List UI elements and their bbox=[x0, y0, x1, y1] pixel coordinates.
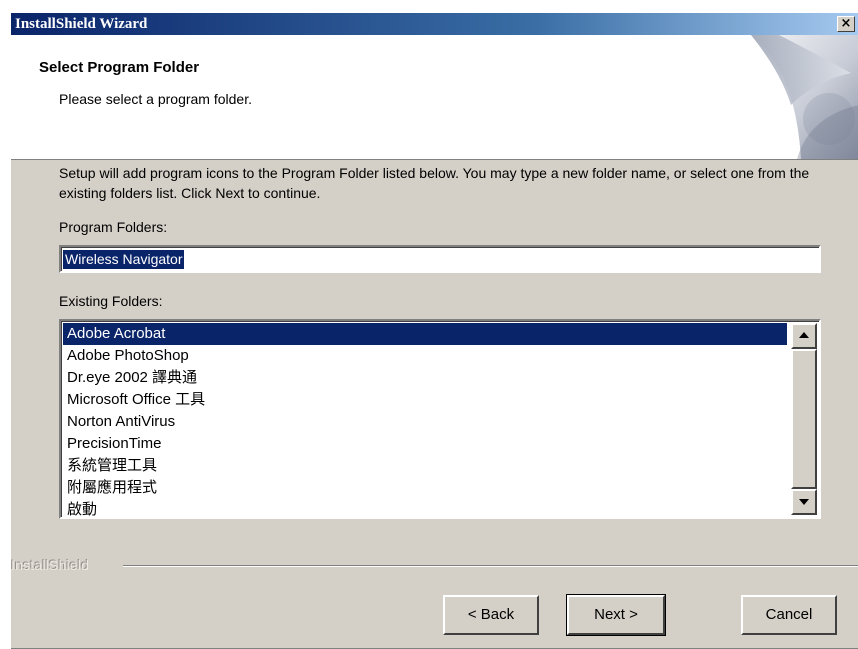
list-item[interactable]: Norton AntiVirus bbox=[63, 411, 787, 433]
list-item[interactable]: 啟動 bbox=[63, 499, 787, 517]
scroll-down-button[interactable] bbox=[791, 489, 817, 515]
page-subtitle: Please select a program folder. bbox=[59, 91, 252, 107]
wizard-header: Select Program Folder Please select a pr… bbox=[11, 35, 858, 160]
close-button[interactable]: × bbox=[837, 16, 855, 32]
list-item[interactable]: 附屬應用程式 bbox=[63, 477, 787, 499]
scroll-up-button[interactable] bbox=[791, 323, 817, 349]
page-title: Select Program Folder bbox=[39, 59, 200, 76]
installshield-separator: InstallShield bbox=[11, 557, 858, 577]
list-item[interactable]: Dr.eye 2002 譯典通 bbox=[63, 367, 787, 389]
list-item[interactable]: Adobe Acrobat bbox=[63, 323, 787, 345]
back-button[interactable]: < Back bbox=[443, 595, 539, 635]
list-item[interactable]: PrecisionTime bbox=[63, 433, 787, 455]
list-item[interactable]: Adobe PhotoShop bbox=[63, 345, 787, 367]
vertical-scrollbar[interactable] bbox=[791, 323, 817, 515]
program-folder-value: Wireless Navigator bbox=[63, 250, 185, 269]
installshield-brand: InstallShield bbox=[11, 557, 96, 573]
page-curl-graphic bbox=[749, 35, 858, 159]
existing-folders-label: Existing Folders: bbox=[59, 293, 163, 309]
title-bar[interactable]: InstallShield Wizard × bbox=[11, 13, 858, 35]
existing-folders-list[interactable]: Adobe Acrobat Adobe PhotoShop Dr.eye 200… bbox=[59, 319, 821, 519]
cancel-button[interactable]: Cancel bbox=[741, 595, 837, 635]
separator-line bbox=[123, 565, 858, 567]
program-folders-label: Program Folders: bbox=[59, 219, 168, 235]
next-button[interactable]: Next > bbox=[566, 594, 666, 636]
down-arrow-icon bbox=[799, 499, 809, 505]
instructions-text: Setup will add program icons to the Prog… bbox=[59, 165, 810, 201]
close-icon: × bbox=[840, 16, 852, 31]
folder-list: Adobe Acrobat Adobe PhotoShop Dr.eye 200… bbox=[63, 323, 787, 517]
up-arrow-icon bbox=[799, 332, 809, 338]
list-item[interactable]: Microsoft Office 工具 bbox=[63, 389, 787, 411]
scroll-thumb[interactable] bbox=[791, 349, 817, 489]
program-folder-input[interactable]: Wireless Navigator bbox=[59, 245, 821, 273]
installshield-wizard-window: InstallShield Wizard × Select Program Fo… bbox=[10, 12, 858, 649]
window-title: InstallShield Wizard bbox=[15, 16, 148, 32]
list-item[interactable]: 系統管理工具 bbox=[63, 455, 787, 477]
